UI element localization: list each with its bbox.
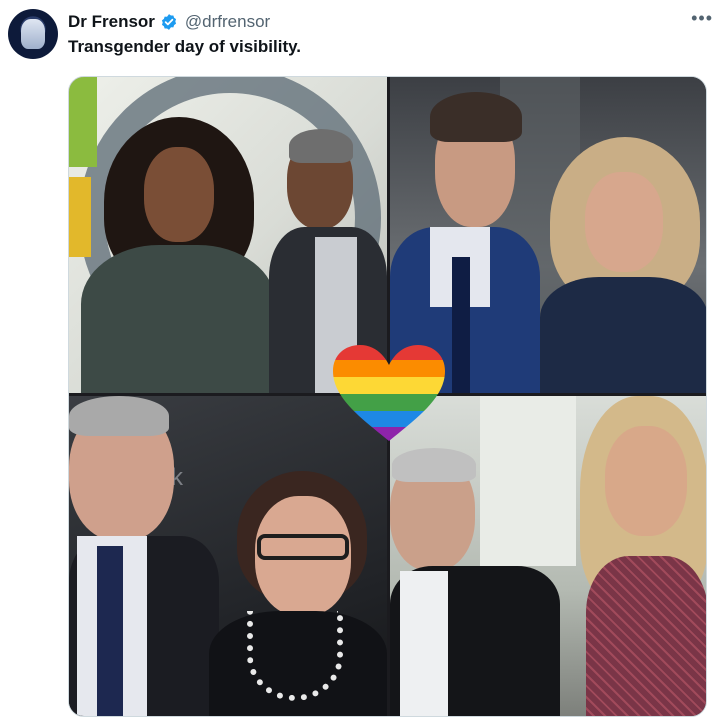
person-tie xyxy=(452,257,470,393)
author-handle[interactable]: @drfrensor xyxy=(185,12,270,32)
avatar-figure xyxy=(21,19,45,49)
tweet-media[interactable]: rk xyxy=(68,76,707,717)
person-face xyxy=(144,147,214,242)
person-dress xyxy=(81,245,276,393)
person-dress-2 xyxy=(586,556,706,716)
tweet-header: Dr Frensor @drfrensor xyxy=(68,10,270,34)
author-name[interactable]: Dr Frensor xyxy=(68,12,155,32)
heart-stripe-blue xyxy=(333,411,445,427)
heart-stripe-green xyxy=(333,394,445,411)
person-shirt xyxy=(400,571,448,716)
heart-stripe-red xyxy=(333,345,445,360)
person-necklace-2 xyxy=(247,611,343,701)
person-glasses-2 xyxy=(257,534,349,560)
heart-stripe-yellow xyxy=(333,377,445,394)
person-hair xyxy=(430,92,522,142)
tweet-text: Transgender day of visibility. xyxy=(68,37,302,56)
heart-stripe-purple xyxy=(333,427,445,441)
backdrop-color-yellow xyxy=(69,177,91,257)
person-face-2 xyxy=(605,426,687,536)
person-hair-2 xyxy=(289,129,353,163)
heart-stripe-orange xyxy=(333,360,445,377)
more-options-icon[interactable]: ••• xyxy=(691,8,713,29)
avatar[interactable] xyxy=(8,9,58,59)
verified-badge-icon xyxy=(161,14,176,30)
person-hair xyxy=(392,448,476,482)
photo-quadrant-bottom-right xyxy=(390,396,706,716)
person-tie xyxy=(97,546,123,716)
person-dress-2 xyxy=(540,277,706,393)
person-face-2 xyxy=(585,172,663,272)
backdrop-color-green xyxy=(69,77,97,167)
photo-quadrant-bottom-left: rk xyxy=(69,396,387,716)
backdrop-window xyxy=(480,396,576,566)
person-hair xyxy=(69,396,169,436)
rainbow-heart-icon xyxy=(333,345,445,441)
